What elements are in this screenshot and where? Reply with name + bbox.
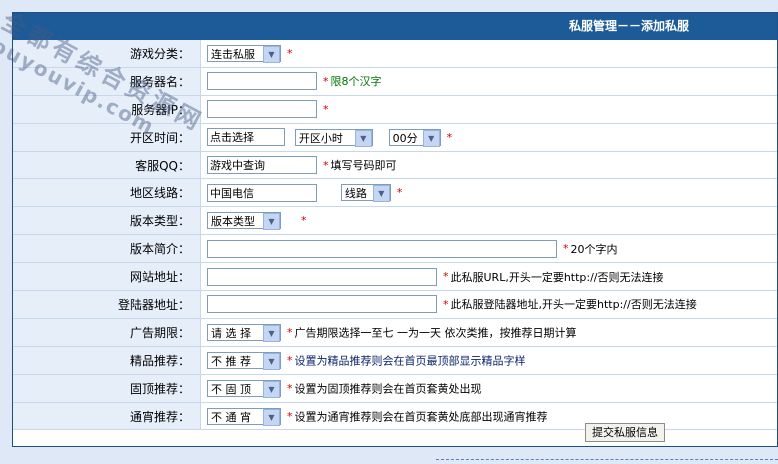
row-version-intro: 版本简介： * 20个字内 (13, 234, 777, 264)
label-launcher: 登陆器地址： (13, 290, 201, 319)
label-region-line: 地区线路： (13, 178, 201, 208)
version-intro-hint: 20个字内 (570, 242, 618, 256)
label-version-intro: 版本简介： (13, 234, 201, 264)
form-table: 游戏分类： 连击私服 ▼ * 服务器名： * 限8个汉字 服务器IP： * 开区时间：… (13, 40, 777, 431)
label-version-type: 版本类型： (13, 206, 201, 236)
server-name-input[interactable] (207, 72, 317, 91)
game-category-select[interactable]: 连击私服 ▼ (207, 44, 281, 63)
overnight-select[interactable]: 不 通 宵 ▼ (207, 407, 281, 426)
ad-term-select[interactable]: 请 选 择 ▼ (207, 323, 281, 342)
ad-term-hint: 广告期限选择一至七 一为一天 依次类推，按推荐日期计算 (294, 326, 577, 340)
required-mark: * (446, 130, 453, 144)
launcher-hint: 此私服登陆器地址,开头一定要http://否则无法连接 (450, 298, 697, 312)
label-overnight: 通宵推荐： (13, 402, 201, 431)
chevron-down-icon: ▼ (263, 380, 280, 398)
label-service-qq: 客服QQ： (13, 151, 201, 180)
server-ip-input[interactable] (207, 100, 317, 119)
featured-hint: 设置为精品推荐则会在首页最顶部显示精品字样 (294, 354, 526, 368)
pinned-select[interactable]: 不 固 顶 ▼ (207, 379, 281, 398)
label-featured: 精品推荐： (13, 346, 201, 375)
row-version-type: 版本类型： 版本类型 ▼ * (13, 206, 777, 236)
required-mark: * (396, 186, 403, 200)
chevron-down-icon: ▼ (263, 408, 280, 426)
chevron-down-icon: ▼ (372, 185, 390, 203)
region-input[interactable] (207, 183, 317, 202)
label-pinned: 固顶推荐： (13, 374, 201, 403)
required-mark: * (287, 381, 293, 395)
required-mark: * (287, 325, 293, 339)
panel-title: 私服管理－－添加私服 (13, 13, 777, 40)
add-server-form: 私服管理－－添加私服 游戏分类： 连击私服 ▼ * 服务器名： * 限8个汉字 服务器… (12, 12, 778, 447)
label-ad-term: 广告期限： (13, 318, 201, 347)
version-intro-input[interactable] (207, 239, 557, 258)
chevron-down-icon: ▼ (263, 324, 280, 342)
line-select[interactable]: 线路 ▼ (340, 184, 391, 203)
submit-server-button[interactable]: 提交私服信息 (585, 423, 665, 442)
overnight-hint: 设置为通宵推荐则会在首页套黄处底部出现通宵推荐 (294, 410, 548, 424)
open-date-input[interactable] (207, 128, 285, 147)
website-hint: 此私服URL,开头一定要http://否则无法连接 (450, 270, 664, 284)
open-hour-select[interactable]: 开区小时 ▼ (294, 128, 373, 147)
service-qq-input[interactable] (207, 156, 317, 174)
required-mark: * (287, 409, 293, 423)
chevron-down-icon: ▼ (354, 129, 372, 147)
row-launcher: 登陆器地址： * 此私服登陆器地址,开头一定要http://否则无法连接 (13, 290, 777, 319)
website-input[interactable] (207, 267, 437, 286)
required-mark: * (443, 270, 449, 284)
open-minute-select[interactable]: 00分 ▼ (388, 128, 441, 147)
row-server-ip: 服务器IP： * (13, 95, 777, 124)
label-game-category: 游戏分类： (13, 40, 201, 68)
chevron-down-icon: ▼ (263, 352, 280, 370)
chevron-down-icon: ▼ (263, 213, 280, 231)
required-mark: * (323, 102, 329, 116)
row-pinned: 固顶推荐： 不 固 顶 ▼ * 设置为固顶推荐则会在首页套黄处出现 (13, 374, 777, 403)
chevron-down-icon: ▼ (263, 45, 280, 63)
label-open-time: 开区时间： (13, 123, 201, 152)
label-server-name: 服务器名： (13, 67, 201, 96)
pinned-hint: 设置为固顶推荐则会在首页套黄处出现 (294, 382, 482, 396)
row-game-category: 游戏分类： 连击私服 ▼ * (13, 40, 777, 68)
featured-select[interactable]: 不 推 荐 ▼ (207, 351, 281, 370)
version-type-select[interactable]: 版本类型 ▼ (207, 212, 281, 231)
row-service-qq: 客服QQ： *填写号码即可 (13, 151, 777, 180)
required-mark: * (443, 297, 449, 311)
required-mark: * (323, 158, 329, 172)
required-mark: * (287, 353, 293, 367)
label-website: 网站地址： (13, 262, 201, 292)
label-server-ip: 服务器IP： (13, 95, 201, 124)
required-mark: * (563, 242, 569, 256)
required-mark: * (301, 214, 307, 228)
row-ad-term: 广告期限： 请 选 择 ▼ * 广告期限选择一至七 一为一天 依次类推，按推荐日期计算 (13, 318, 777, 347)
row-region-line: 地区线路： 线路▼ * (13, 178, 777, 208)
row-featured: 精品推荐： 不 推 荐 ▼ * 设置为精品推荐则会在首页最顶部显示精品字样 (13, 346, 777, 375)
divider (436, 459, 778, 460)
row-open-time: 开区时间： 开区小时▼ 00分▼ * (13, 123, 777, 152)
row-website: 网站地址： * 此私服URL,开头一定要http://否则无法连接 (13, 262, 777, 292)
required-mark: * (287, 46, 293, 60)
chevron-down-icon: ▼ (422, 129, 440, 147)
service-qq-hint: 填写号码即可 (330, 159, 397, 172)
row-server-name: 服务器名： * 限8个汉字 (13, 67, 777, 96)
launcher-url-input[interactable] (207, 295, 437, 314)
server-name-hint: 限8个汉字 (330, 75, 382, 89)
required-mark: * (323, 74, 329, 88)
